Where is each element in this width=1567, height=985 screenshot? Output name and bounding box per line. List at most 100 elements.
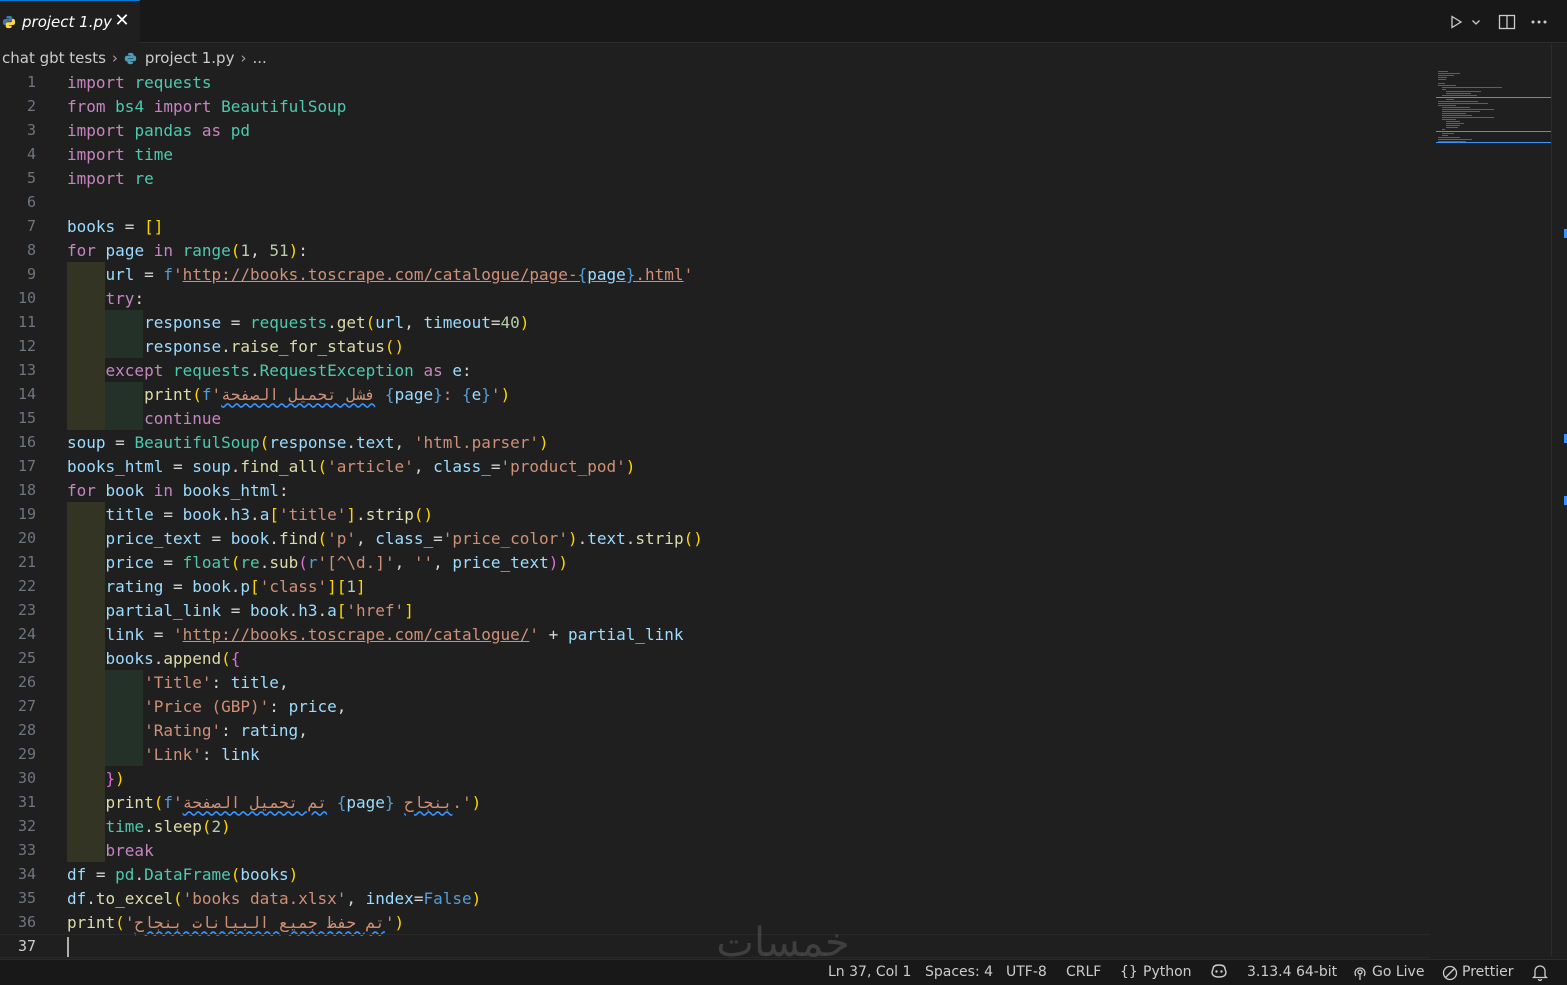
code-line[interactable]: 8 for page in range(1, 51): bbox=[0, 238, 1430, 262]
code-text: import time bbox=[67, 144, 173, 164]
line-number: 9 bbox=[26, 265, 36, 283]
close-icon[interactable]: ✕ bbox=[112, 11, 132, 31]
code-text: time.sleep(2) bbox=[105, 816, 231, 836]
code-text: rating = book.p['class'][1] bbox=[105, 576, 366, 596]
indentation-setting[interactable]: Spaces: 4 bbox=[925, 964, 993, 980]
code-line[interactable]: 28 'Rating': rating, bbox=[0, 718, 1430, 742]
code-line[interactable]: 14 print(f'فشل تحميل الصفحة {page}: {e}'… bbox=[0, 382, 1430, 406]
code-text: break bbox=[105, 840, 154, 860]
code-line[interactable]: 34 df = pd.DataFrame(books) bbox=[0, 862, 1430, 886]
text-cursor bbox=[67, 937, 69, 957]
code-text: 'Title': title, bbox=[144, 672, 289, 692]
code-text: except requests.RequestException as e: bbox=[105, 360, 472, 380]
encoding-setting[interactable]: UTF-8 bbox=[1006, 964, 1047, 980]
python-file-icon bbox=[2, 15, 16, 29]
code-text: title = book.h3.a['title'].strip() bbox=[105, 504, 434, 524]
minimap[interactable] bbox=[1436, 70, 1551, 150]
code-line[interactable]: 5 import re bbox=[0, 166, 1430, 190]
split-editor-icon[interactable] bbox=[1496, 11, 1518, 33]
code-line[interactable]: 13 except requests.RequestException as e… bbox=[0, 358, 1430, 382]
chevron-down-icon[interactable] bbox=[1469, 11, 1483, 33]
line-number: 27 bbox=[17, 697, 36, 715]
code-line[interactable]: 33 break bbox=[0, 838, 1430, 862]
code-line[interactable]: 23 partial_link = book.h3.a['href'] bbox=[0, 598, 1430, 622]
code-text: import re bbox=[67, 168, 154, 188]
code-line[interactable]: 17 books_html = soup.find_all('article', … bbox=[0, 454, 1430, 478]
code-line[interactable]: 16 soup = BeautifulSoup(response.text, 'h… bbox=[0, 430, 1430, 454]
code-line[interactable]: 2 from bs4 import BeautifulSoup bbox=[0, 94, 1430, 118]
line-number: 1 bbox=[26, 73, 36, 91]
code-text: df = pd.DataFrame(books) bbox=[67, 864, 299, 884]
code-text: response = requests.get(url, timeout=40) bbox=[144, 312, 530, 332]
code-line[interactable]: 26 'Title': title, bbox=[0, 670, 1430, 694]
code-text: price = float(re.sub(r'[^\d.]', '', pric… bbox=[105, 552, 568, 572]
line-number: 19 bbox=[17, 505, 36, 523]
code-line[interactable]: 10 try: bbox=[0, 286, 1430, 310]
tab-bar: project 1.py ✕ bbox=[0, 0, 1567, 43]
code-line[interactable]: 31 print(f'تم تحميل الصفحة {page} بنجاح.… bbox=[0, 790, 1430, 814]
code-text: import pandas as pd bbox=[67, 120, 251, 140]
code-line[interactable]: 12 response.raise_for_status() bbox=[0, 334, 1430, 358]
code-text: partial_link = book.h3.a['href'] bbox=[105, 600, 414, 620]
language-mode[interactable]: Python bbox=[1143, 964, 1192, 980]
code-text: from bs4 import BeautifulSoup bbox=[67, 96, 347, 116]
code-line[interactable]: 1 import requests bbox=[0, 70, 1430, 94]
go-live-button[interactable]: Go Live bbox=[1372, 964, 1424, 980]
line-number: 7 bbox=[26, 217, 36, 235]
code-text: try: bbox=[105, 288, 145, 308]
code-line[interactable]: 35 df.to_excel('books data.xlsx', index=F… bbox=[0, 886, 1430, 910]
breadcrumb-more[interactable]: ... bbox=[252, 49, 266, 67]
code-line[interactable]: 15 continue bbox=[0, 406, 1430, 430]
more-actions-icon[interactable] bbox=[1528, 11, 1550, 33]
prettier-button[interactable]: Prettier bbox=[1462, 964, 1514, 980]
line-number: 34 bbox=[17, 865, 36, 883]
code-line[interactable]: 20 price_text = book.find('p', class_='p… bbox=[0, 526, 1430, 550]
cursor-position[interactable]: Ln 37, Col 1 bbox=[828, 964, 911, 980]
line-number: 15 bbox=[17, 409, 36, 427]
line-number: 28 bbox=[17, 721, 36, 739]
braces-icon: {} bbox=[1120, 964, 1138, 980]
tab-project-1-py[interactable]: project 1.py ✕ bbox=[0, 0, 140, 43]
code-line[interactable]: 6 bbox=[0, 190, 1430, 214]
code-text: soup = BeautifulSoup(response.text, 'htm… bbox=[67, 432, 549, 452]
code-line[interactable]: 3 import pandas as pd bbox=[0, 118, 1430, 142]
code-text: books.append({ bbox=[105, 648, 241, 668]
run-icon[interactable] bbox=[1446, 11, 1466, 33]
code-text: print(f'فشل تحميل الصفحة {page}: {e}') bbox=[144, 384, 511, 404]
code-line[interactable]: 22 rating = book.p['class'][1] bbox=[0, 574, 1430, 598]
code-line[interactable]: 4 import time bbox=[0, 142, 1430, 166]
code-line[interactable]: 29 'Link': link bbox=[0, 742, 1430, 766]
line-number: 35 bbox=[17, 889, 36, 907]
code-text: import requests bbox=[67, 72, 212, 92]
code-text: books_html = soup.find_all('article', cl… bbox=[67, 456, 636, 476]
code-line[interactable]: 21 price = float(re.sub(r'[^\d.]', '', p… bbox=[0, 550, 1430, 574]
code-line[interactable]: 7 books = [] bbox=[0, 214, 1430, 238]
code-line[interactable]: 24 link = 'http://books.toscrape.com/cat… bbox=[0, 622, 1430, 646]
copilot-icon[interactable] bbox=[1210, 963, 1228, 983]
code-line[interactable]: 25 books.append({ bbox=[0, 646, 1430, 670]
bell-icon[interactable] bbox=[1531, 964, 1549, 985]
breadcrumb-folder[interactable]: chat gbt tests bbox=[2, 49, 106, 67]
line-number: 37 bbox=[17, 937, 36, 955]
code-line[interactable]: 32 time.sleep(2) bbox=[0, 814, 1430, 838]
line-number: 13 bbox=[17, 361, 36, 379]
breadcrumb-file[interactable]: project 1.py bbox=[145, 49, 235, 67]
code-text: print(f'تم تحميل الصفحة {page} بنجاح.') bbox=[105, 792, 482, 812]
code-text: 'Link': link bbox=[144, 744, 260, 764]
code-line[interactable]: 11 response = requests.get(url, timeout=… bbox=[0, 310, 1430, 334]
eol-setting[interactable]: CRLF bbox=[1066, 964, 1101, 980]
code-editor[interactable]: 1 import requests 2 from bs4 import Beauti… bbox=[0, 70, 1430, 960]
code-line[interactable]: 9 url = f'http://books.toscrape.com/cata… bbox=[0, 262, 1430, 286]
line-number: 26 bbox=[17, 673, 36, 691]
python-interpreter[interactable]: 3.13.4 64-bit bbox=[1247, 964, 1337, 980]
code-line[interactable]: 19 title = book.h3.a['title'].strip() bbox=[0, 502, 1430, 526]
line-number: 25 bbox=[17, 649, 36, 667]
line-number: 16 bbox=[17, 433, 36, 451]
vertical-scrollbar[interactable] bbox=[1551, 44, 1567, 956]
code-line[interactable]: 27 'Price (GBP)': price, bbox=[0, 694, 1430, 718]
line-number: 32 bbox=[17, 817, 36, 835]
code-line[interactable]: 30 }) bbox=[0, 766, 1430, 790]
line-number: 24 bbox=[17, 625, 36, 643]
line-number: 14 bbox=[17, 385, 36, 403]
code-line[interactable]: 18 for book in books_html: bbox=[0, 478, 1430, 502]
